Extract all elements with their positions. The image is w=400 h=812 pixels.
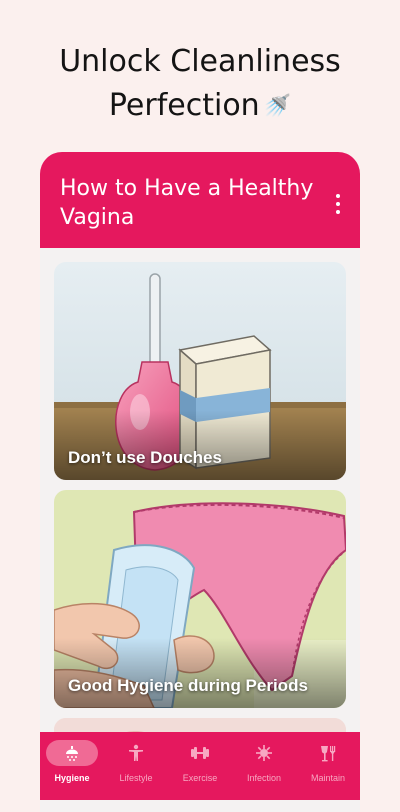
nav-item-maintain[interactable]: Maintain <box>296 732 360 800</box>
card-shade <box>54 638 346 708</box>
nav-label: Infection <box>246 773 282 783</box>
headline-line-2-text: Perfection <box>108 88 260 123</box>
more-vert-icon[interactable] <box>330 194 346 214</box>
nav-label: Maintain <box>310 773 346 783</box>
nav-icon-slot <box>302 740 354 766</box>
nav-label: Lifestyle <box>119 773 153 783</box>
shower-emoji-icon: 🚿 <box>263 94 292 119</box>
nav-label: Hygiene <box>54 773 90 783</box>
person-stretch-icon <box>129 744 143 761</box>
promo-headline: Unlock Cleanliness Perfection 🚿 <box>0 40 400 129</box>
nav-item-lifestyle[interactable]: Lifestyle <box>104 732 168 800</box>
page-title: How to Have a Healthy Vagina <box>60 176 314 230</box>
nav-item-hygiene[interactable]: Hygiene <box>40 732 104 800</box>
nav-icon-slot <box>110 740 162 766</box>
nav-label: Exercise <box>182 773 218 783</box>
nav-active-pill <box>46 740 98 766</box>
virus-icon <box>256 745 272 761</box>
card-shade <box>54 410 346 480</box>
app-bar: How to Have a Healthy Vagina <box>40 152 360 248</box>
dumbbell-icon <box>191 747 209 759</box>
bottom-nav: Hygiene Lifestyle Exercise Infection Mai… <box>40 732 360 800</box>
headline-line-2: Perfection 🚿 <box>0 84 400 129</box>
card-title: Good Hygiene during Periods <box>68 676 308 695</box>
article-card-douches[interactable]: Don’t use Douches <box>54 262 346 480</box>
card-title: Don’t use Douches <box>68 448 222 467</box>
nav-item-exercise[interactable]: Exercise <box>168 732 232 800</box>
headline-line-1: Unlock Cleanliness <box>59 44 341 79</box>
nav-item-infection[interactable]: Infection <box>232 732 296 800</box>
nav-icon-slot <box>174 740 226 766</box>
phone-screen: How to Have a Healthy Vagina Don’t use D… <box>40 152 360 812</box>
nav-icon-slot <box>238 740 290 766</box>
article-card-period-hygiene[interactable]: Good Hygiene during Periods <box>54 490 346 708</box>
shower-icon <box>66 746 78 761</box>
dining-icon <box>321 746 336 762</box>
